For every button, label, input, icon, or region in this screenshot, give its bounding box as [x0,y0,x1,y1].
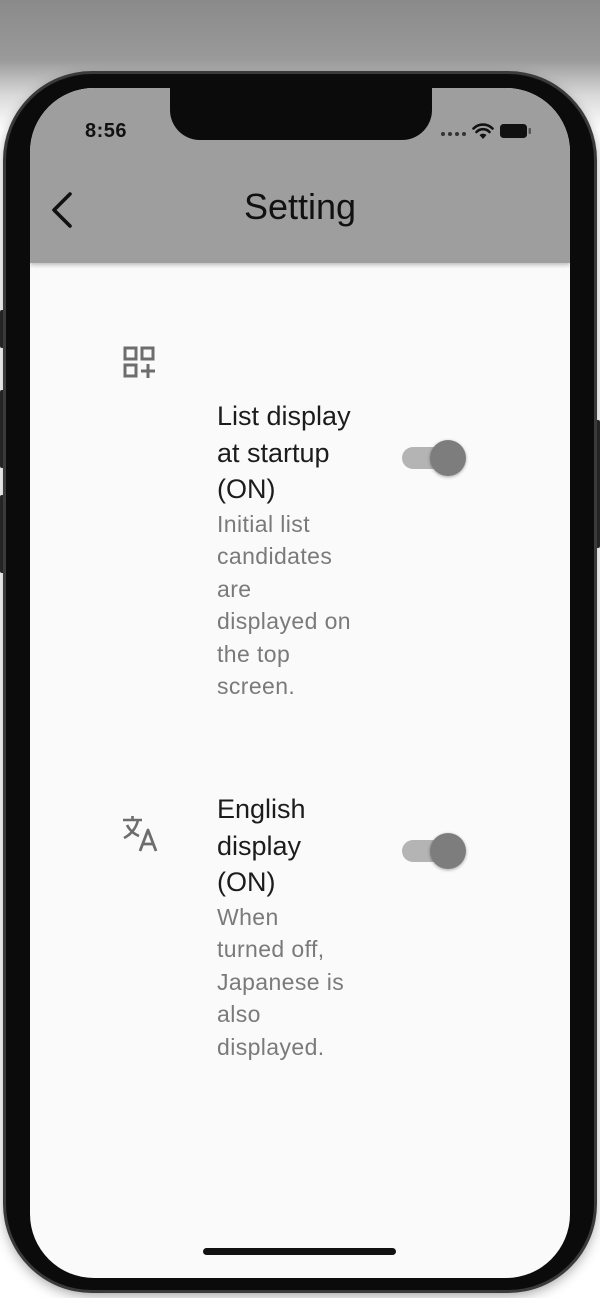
qr-add-icon [120,343,160,383]
switch-thumb [430,440,466,476]
battery-icon [500,123,532,144]
home-indicator [203,1248,396,1255]
status-icons [440,122,532,145]
phone-screen: 8:56 Setting List display at startup (ON… [30,88,570,1278]
page-title: Setting [243,186,357,227]
setting-text: List display at startup (ON) Initial lis… [217,398,352,703]
switch-thumb [430,833,466,869]
setting-title: English display (ON) [217,794,306,897]
translate-icon [120,813,160,853]
notch [170,88,432,140]
english-display-toggle[interactable] [402,831,468,871]
list-display-toggle[interactable] [402,438,468,478]
status-time: 8:56 [85,120,128,142]
app-bar: 8:56 Setting [30,88,570,263]
setting-description: When turned off, Japanese is also displa… [217,903,345,1060]
setting-title: List display at startup (ON) [217,401,351,504]
cellular-dots-icon [440,125,466,143]
setting-description: Initial list candidates are displayed on… [217,510,351,700]
wifi-icon [472,122,494,145]
setting-text: English display (ON) When turned off, Ja… [217,791,352,1063]
